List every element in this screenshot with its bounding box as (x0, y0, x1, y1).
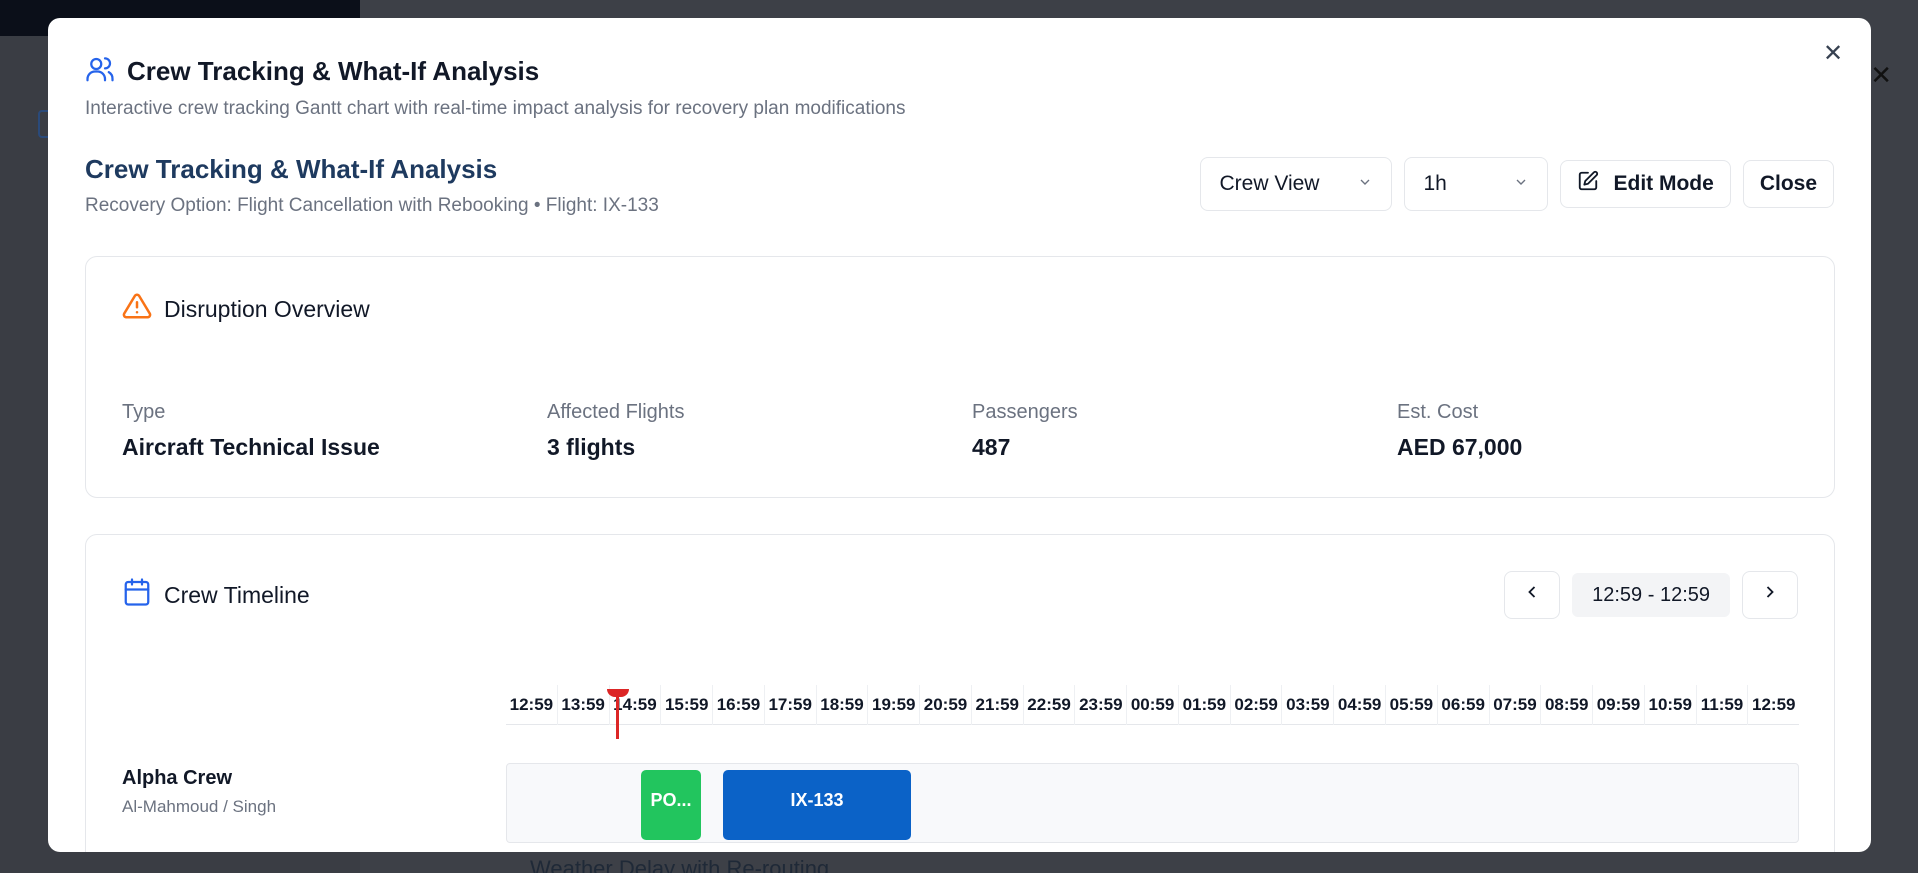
time-tick: 04:59 (1333, 685, 1385, 725)
timeline-title: Crew Timeline (164, 581, 310, 608)
calendar-icon (122, 577, 152, 613)
edit-mode-button[interactable]: Edit Mode (1560, 160, 1731, 208)
background-option-title: Weather Delay with Re-routing (530, 856, 830, 873)
time-tick: 23:59 (1074, 685, 1126, 725)
disruption-overview-card: Disruption Overview Type Aircraft Techni… (85, 256, 1835, 498)
time-tick: 12:59 (509, 695, 554, 714)
time-tick: 06:59 (1436, 685, 1489, 725)
time-tick: 01:59 (1177, 685, 1230, 725)
time-tick: 09:59 (1592, 685, 1644, 725)
time-tick: 03:59 (1281, 685, 1333, 725)
time-axis: 12:59 13:59 14:59 15:59 16:59 17:59 18:59 19:59… (506, 685, 1799, 725)
section-subtitle: Recovery Option: Flight Cancellation wit… (85, 195, 659, 216)
chevron-right-icon (1760, 582, 1780, 608)
time-tick: 16:59 (712, 685, 764, 725)
chevron-left-icon (1522, 582, 1542, 608)
time-tick: 05:59 (1385, 685, 1437, 725)
dialog-header: Crew Tracking & What-If Analysis (85, 54, 539, 89)
time-tick: 20:59 (919, 685, 971, 725)
close-icon[interactable]: ✕ (1821, 42, 1845, 66)
time-tick: 10:59 (1643, 685, 1696, 725)
toolbar: Crew View 1h Edit Mode Close (1200, 157, 1834, 211)
time-tick: 13:59 (556, 685, 609, 725)
crew-lane: PO... IX-133 (506, 763, 1799, 843)
overview-title: Disruption Overview (164, 295, 370, 322)
view-select-value: Crew View (1219, 172, 1320, 195)
stat-type: Type Aircraft Technical Issue (122, 401, 547, 461)
time-tick: 17:59 (763, 685, 816, 725)
chevron-down-icon (1357, 174, 1373, 195)
close-label: Close (1759, 172, 1817, 195)
edit-icon (1577, 170, 1599, 198)
stat-label: Type (122, 401, 166, 423)
background-close-icon: ✕ (1870, 60, 1892, 90)
stat-value: AED 67,000 (1397, 434, 1523, 460)
stat-label: Affected Flights (547, 401, 685, 423)
flight-segment-ix-133[interactable]: IX-133 (723, 770, 911, 840)
time-tick: 00:59 (1126, 685, 1178, 725)
time-tick: 11:59 (1695, 685, 1748, 725)
edit-mode-label: Edit Mode (1613, 172, 1714, 195)
time-tick: 15:59 (660, 685, 712, 725)
stat-value: 487 (972, 434, 1011, 460)
positioning-segment[interactable]: PO... (641, 770, 701, 840)
overview-stats: Type Aircraft Technical Issue Affected F… (122, 401, 1822, 461)
overview-header: Disruption Overview (122, 291, 370, 327)
crew-timeline-card: Crew Timeline 12:59 - 12:59 12:59 13:59 14… (85, 534, 1835, 852)
close-button[interactable]: Close (1742, 160, 1834, 208)
dialog-description: Interactive crew tracking Gantt chart wi… (85, 98, 906, 119)
stat-est-cost: Est. Cost AED 67,000 (1397, 401, 1822, 461)
zoom-select[interactable]: 1h (1404, 157, 1549, 211)
view-select[interactable]: Crew View (1200, 157, 1393, 211)
current-time-line (616, 689, 619, 739)
time-tick: 02:59 (1229, 685, 1282, 725)
time-tick: 12:59 (1747, 685, 1799, 725)
time-tick: 21:59 (970, 685, 1023, 725)
section-header: Crew Tracking & What-If Analysis Recover… (85, 154, 659, 217)
time-tick: 18:59 (815, 685, 868, 725)
timeline-header: Crew Timeline (122, 577, 310, 613)
crew-tracking-dialog: ✕ Crew Tracking & What-If Analysis Inter… (48, 18, 1871, 852)
warning-icon (122, 291, 152, 327)
next-button[interactable] (1742, 571, 1798, 619)
section-title: Crew Tracking & What-If Analysis (85, 154, 498, 184)
timeline-nav: 12:59 - 12:59 (1504, 571, 1798, 619)
time-tick: 07:59 (1488, 685, 1541, 725)
time-tick: 08:59 (1540, 685, 1592, 725)
users-icon (85, 54, 115, 89)
zoom-select-value: 1h (1423, 172, 1447, 195)
stat-value: Aircraft Technical Issue (122, 434, 380, 460)
stat-value: 3 flights (547, 434, 636, 460)
time-tick: 22:59 (1022, 685, 1075, 725)
crew-members: Al-Mahmoud / Singh (122, 797, 277, 816)
dialog-title: Crew Tracking & What-If Analysis (127, 56, 540, 86)
stat-label: Est. Cost (1397, 401, 1479, 423)
time-range-display: 12:59 - 12:59 (1572, 573, 1730, 617)
stat-passengers: Passengers 487 (972, 401, 1397, 461)
stat-label: Passengers (972, 401, 1078, 423)
stat-affected-flights: Affected Flights 3 flights (547, 401, 972, 461)
crew-name: Alpha Crew (122, 767, 233, 789)
chevron-down-icon (1513, 174, 1529, 195)
previous-button[interactable] (1504, 571, 1561, 619)
time-tick: 19:59 (867, 685, 919, 725)
